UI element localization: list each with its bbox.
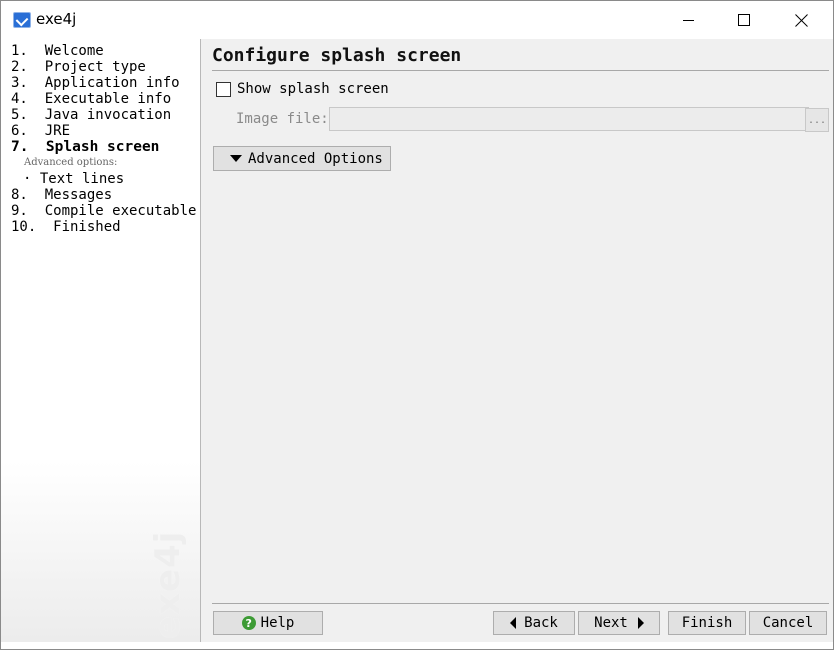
show-splash-option[interactable]: Show splash screen	[216, 81, 389, 97]
footer-divider	[212, 603, 829, 604]
splash-screen-page: Configure splash screen Show splash scre…	[201, 39, 833, 642]
triangle-right-icon	[637, 617, 644, 629]
next-button[interactable]: Next	[578, 611, 660, 635]
minimize-button[interactable]	[665, 1, 711, 39]
title-bar[interactable]: exe4j	[1, 1, 833, 39]
wizard-steps-list: 1. Welcome 2. Project type 3. Applicatio…	[11, 43, 196, 235]
wizard-steps-panel: 1. Welcome 2. Project type 3. Applicatio…	[1, 39, 201, 642]
maximize-icon	[738, 14, 750, 26]
minimize-icon	[682, 19, 694, 21]
close-icon	[795, 13, 809, 27]
help-button[interactable]: ? Help	[213, 611, 323, 635]
advanced-options-caption: Advanced options:	[24, 157, 118, 168]
exe4j-watermark-logo: exe4j	[148, 530, 188, 639]
cancel-label: Cancel	[762, 615, 814, 631]
step-compile-executable[interactable]: 9. Compile executable	[11, 203, 196, 219]
help-icon: ?	[241, 616, 256, 630]
window-title: exe4j	[36, 10, 77, 28]
close-button[interactable]	[779, 1, 825, 39]
finish-label: Finish	[681, 615, 733, 631]
image-file-label: Image file:	[236, 111, 329, 127]
next-label: Next	[594, 615, 628, 631]
browse-image-button[interactable]: ...	[805, 108, 829, 132]
triangle-down-icon	[230, 155, 242, 162]
triangle-left-icon	[510, 617, 517, 629]
advanced-options-button[interactable]: Advanced Options	[213, 146, 391, 171]
cancel-button[interactable]: Cancel	[749, 611, 827, 635]
show-splash-checkbox[interactable]	[216, 81, 231, 97]
maximize-button[interactable]	[721, 1, 767, 39]
step-welcome[interactable]: 1. Welcome	[11, 43, 196, 59]
step-text-lines[interactable]: · Text lines	[11, 171, 196, 187]
step-messages[interactable]: 8. Messages	[11, 187, 196, 203]
exe4j-window: exe4j 1. Welcome 2. Project type 3. Appl…	[0, 0, 834, 650]
step-executable-info[interactable]: 4. Executable info	[11, 91, 196, 107]
back-button[interactable]: Back	[493, 611, 575, 635]
show-splash-label[interactable]: Show splash screen	[237, 81, 389, 97]
step-application-info[interactable]: 3. Application info	[11, 75, 196, 91]
step-jre[interactable]: 6. JRE	[11, 123, 196, 139]
step-splash-screen[interactable]: 7. Splash screen	[11, 139, 196, 155]
step-java-invocation[interactable]: 5. Java invocation	[11, 107, 196, 123]
help-label: Help	[260, 615, 295, 631]
ellipsis-icon: ...	[807, 114, 827, 126]
step-project-type[interactable]: 2. Project type	[11, 59, 196, 75]
page-title: Configure splash screen	[212, 45, 462, 66]
exe4j-app-icon	[13, 12, 31, 28]
image-file-field[interactable]	[329, 107, 809, 131]
finish-button[interactable]: Finish	[668, 611, 746, 635]
back-label: Back	[524, 615, 558, 631]
advanced-options-label: Advanced Options	[248, 150, 383, 167]
title-divider	[212, 70, 829, 71]
step-finished[interactable]: 10. Finished	[11, 219, 196, 235]
